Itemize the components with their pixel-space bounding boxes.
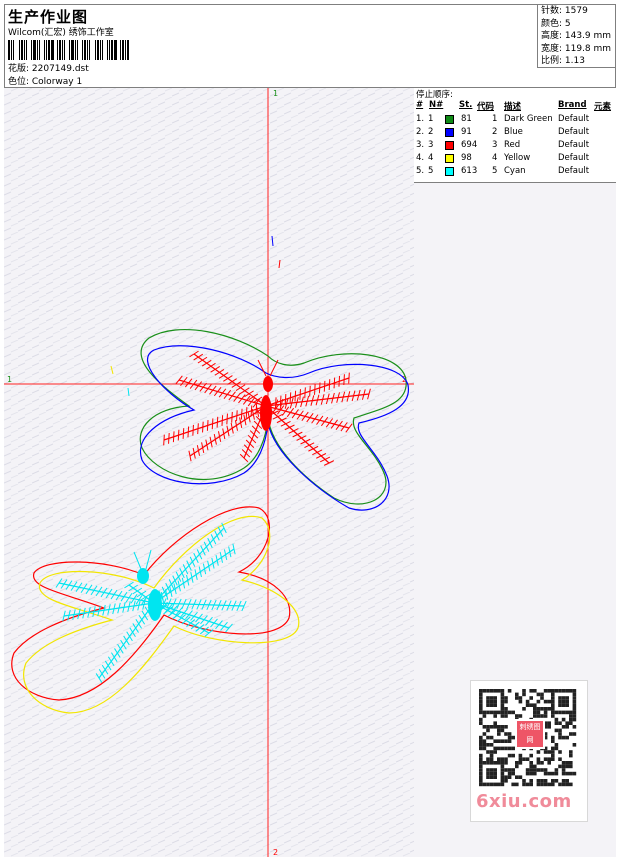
design-preview: 1 2 1 2 (4, 88, 414, 857)
report-header: 生产作业图 Wilcom(汇宏) 绣饰工作室 花版: 2207149.dst 色… (4, 4, 616, 88)
stitch-count: 613 (461, 166, 478, 176)
row-number: 2. (416, 127, 425, 137)
design-canvas[interactable]: 1 2 1 2 (4, 88, 415, 857)
company-name: Wilcom(汇宏) 绣饰工作室 (8, 28, 114, 38)
needle-number: 1 (428, 114, 434, 124)
needle-number: 3 (428, 140, 434, 150)
color-table-row: 4. 4 98 4 Yellow Default (414, 153, 616, 166)
color-swatch (445, 154, 454, 163)
col-header-brand: Brand (558, 100, 587, 110)
color-table-row: 5. 5 613 5 Cyan Default (414, 166, 616, 179)
row-number: 3. (416, 140, 425, 150)
row-number: 5. (416, 166, 425, 176)
col-header-stitches: St. (459, 100, 473, 110)
thread-brand: Default (558, 166, 590, 176)
needle-number: 5 (428, 166, 434, 176)
row-number: 1. (416, 114, 425, 124)
thread-code: 3 (492, 140, 498, 150)
thread-brand: Default (558, 127, 590, 137)
needle-number: 2 (428, 127, 434, 137)
color-table-row: 3. 3 694 3 Red Default (414, 140, 616, 153)
thread-code: 4 (492, 153, 498, 163)
row-number: 4. (416, 153, 425, 163)
thread-brand: Default (558, 140, 590, 150)
color-swatch (445, 128, 454, 137)
design-height: 高度: 143.9 mm (541, 31, 612, 41)
stitch-count: 91 (461, 127, 472, 137)
color-count: 颜色: 5 (541, 18, 571, 29)
watermark-logo: 6xiu.com (476, 791, 572, 812)
axis-label-top: 1 (273, 89, 278, 98)
red-butterfly-head (263, 376, 273, 392)
thread-brand: Default (558, 114, 590, 124)
needle-number: 4 (428, 153, 434, 163)
color-swatch (445, 141, 454, 150)
axis-label-left: 1 (7, 375, 12, 384)
design-stats: 针数: 1579 颜色: 5 高度: 143.9 mm 宽度: 119.8 mm… (537, 4, 616, 68)
thread-code: 5 (492, 166, 498, 176)
axis-label-bottom: 2 (273, 848, 278, 857)
color-table-row: 1. 1 81 1 Dark Green Default (414, 114, 616, 127)
colorway-label: 色位: Colorway 1 (8, 77, 83, 87)
color-sequence-table: 停止顺序: # N# St. 代码 描述 Brand 元素 1. 1 81 1 Dark… (414, 88, 616, 183)
fabric-background (4, 88, 414, 857)
stitch-count: 针数: 1579 (541, 6, 588, 16)
color-swatch (445, 115, 454, 124)
col-header-description: 描述 (504, 102, 522, 112)
stitch-count: 98 (461, 153, 472, 163)
cyan-butterfly-head (137, 568, 149, 584)
color-table-row: 2. 2 91 2 Blue Default (414, 127, 616, 140)
stitch-count: 694 (461, 140, 478, 150)
watermark-badge: 刺绣图网 (515, 719, 545, 749)
design-file-label: 花版: 2207149.dst (8, 64, 89, 74)
col-header-element: 元素 (594, 102, 612, 112)
col-header-num: # (416, 100, 424, 110)
thread-description: Yellow (504, 153, 531, 163)
thread-description: Red (504, 140, 521, 150)
thread-description: Dark Green (504, 114, 553, 124)
color-swatch (445, 167, 454, 176)
design-width: 宽度: 119.8 mm (541, 43, 612, 54)
thread-brand: Default (558, 153, 590, 163)
thread-code: 2 (492, 127, 498, 137)
red-butterfly-body (260, 395, 272, 431)
stitch-count: 81 (461, 114, 472, 124)
thread-description: Blue (504, 127, 523, 137)
barcode (8, 40, 146, 60)
design-scale: 比例: 1.13 (541, 56, 585, 66)
thread-code: 1 (492, 114, 498, 124)
col-header-needle: N# (429, 100, 444, 110)
page-title: 生产作业图 (8, 8, 89, 26)
color-table-title: 停止顺序: (416, 90, 453, 100)
thread-description: Cyan (504, 166, 526, 176)
col-header-code: 代码 (477, 102, 495, 112)
cyan-butterfly-body (148, 589, 162, 621)
